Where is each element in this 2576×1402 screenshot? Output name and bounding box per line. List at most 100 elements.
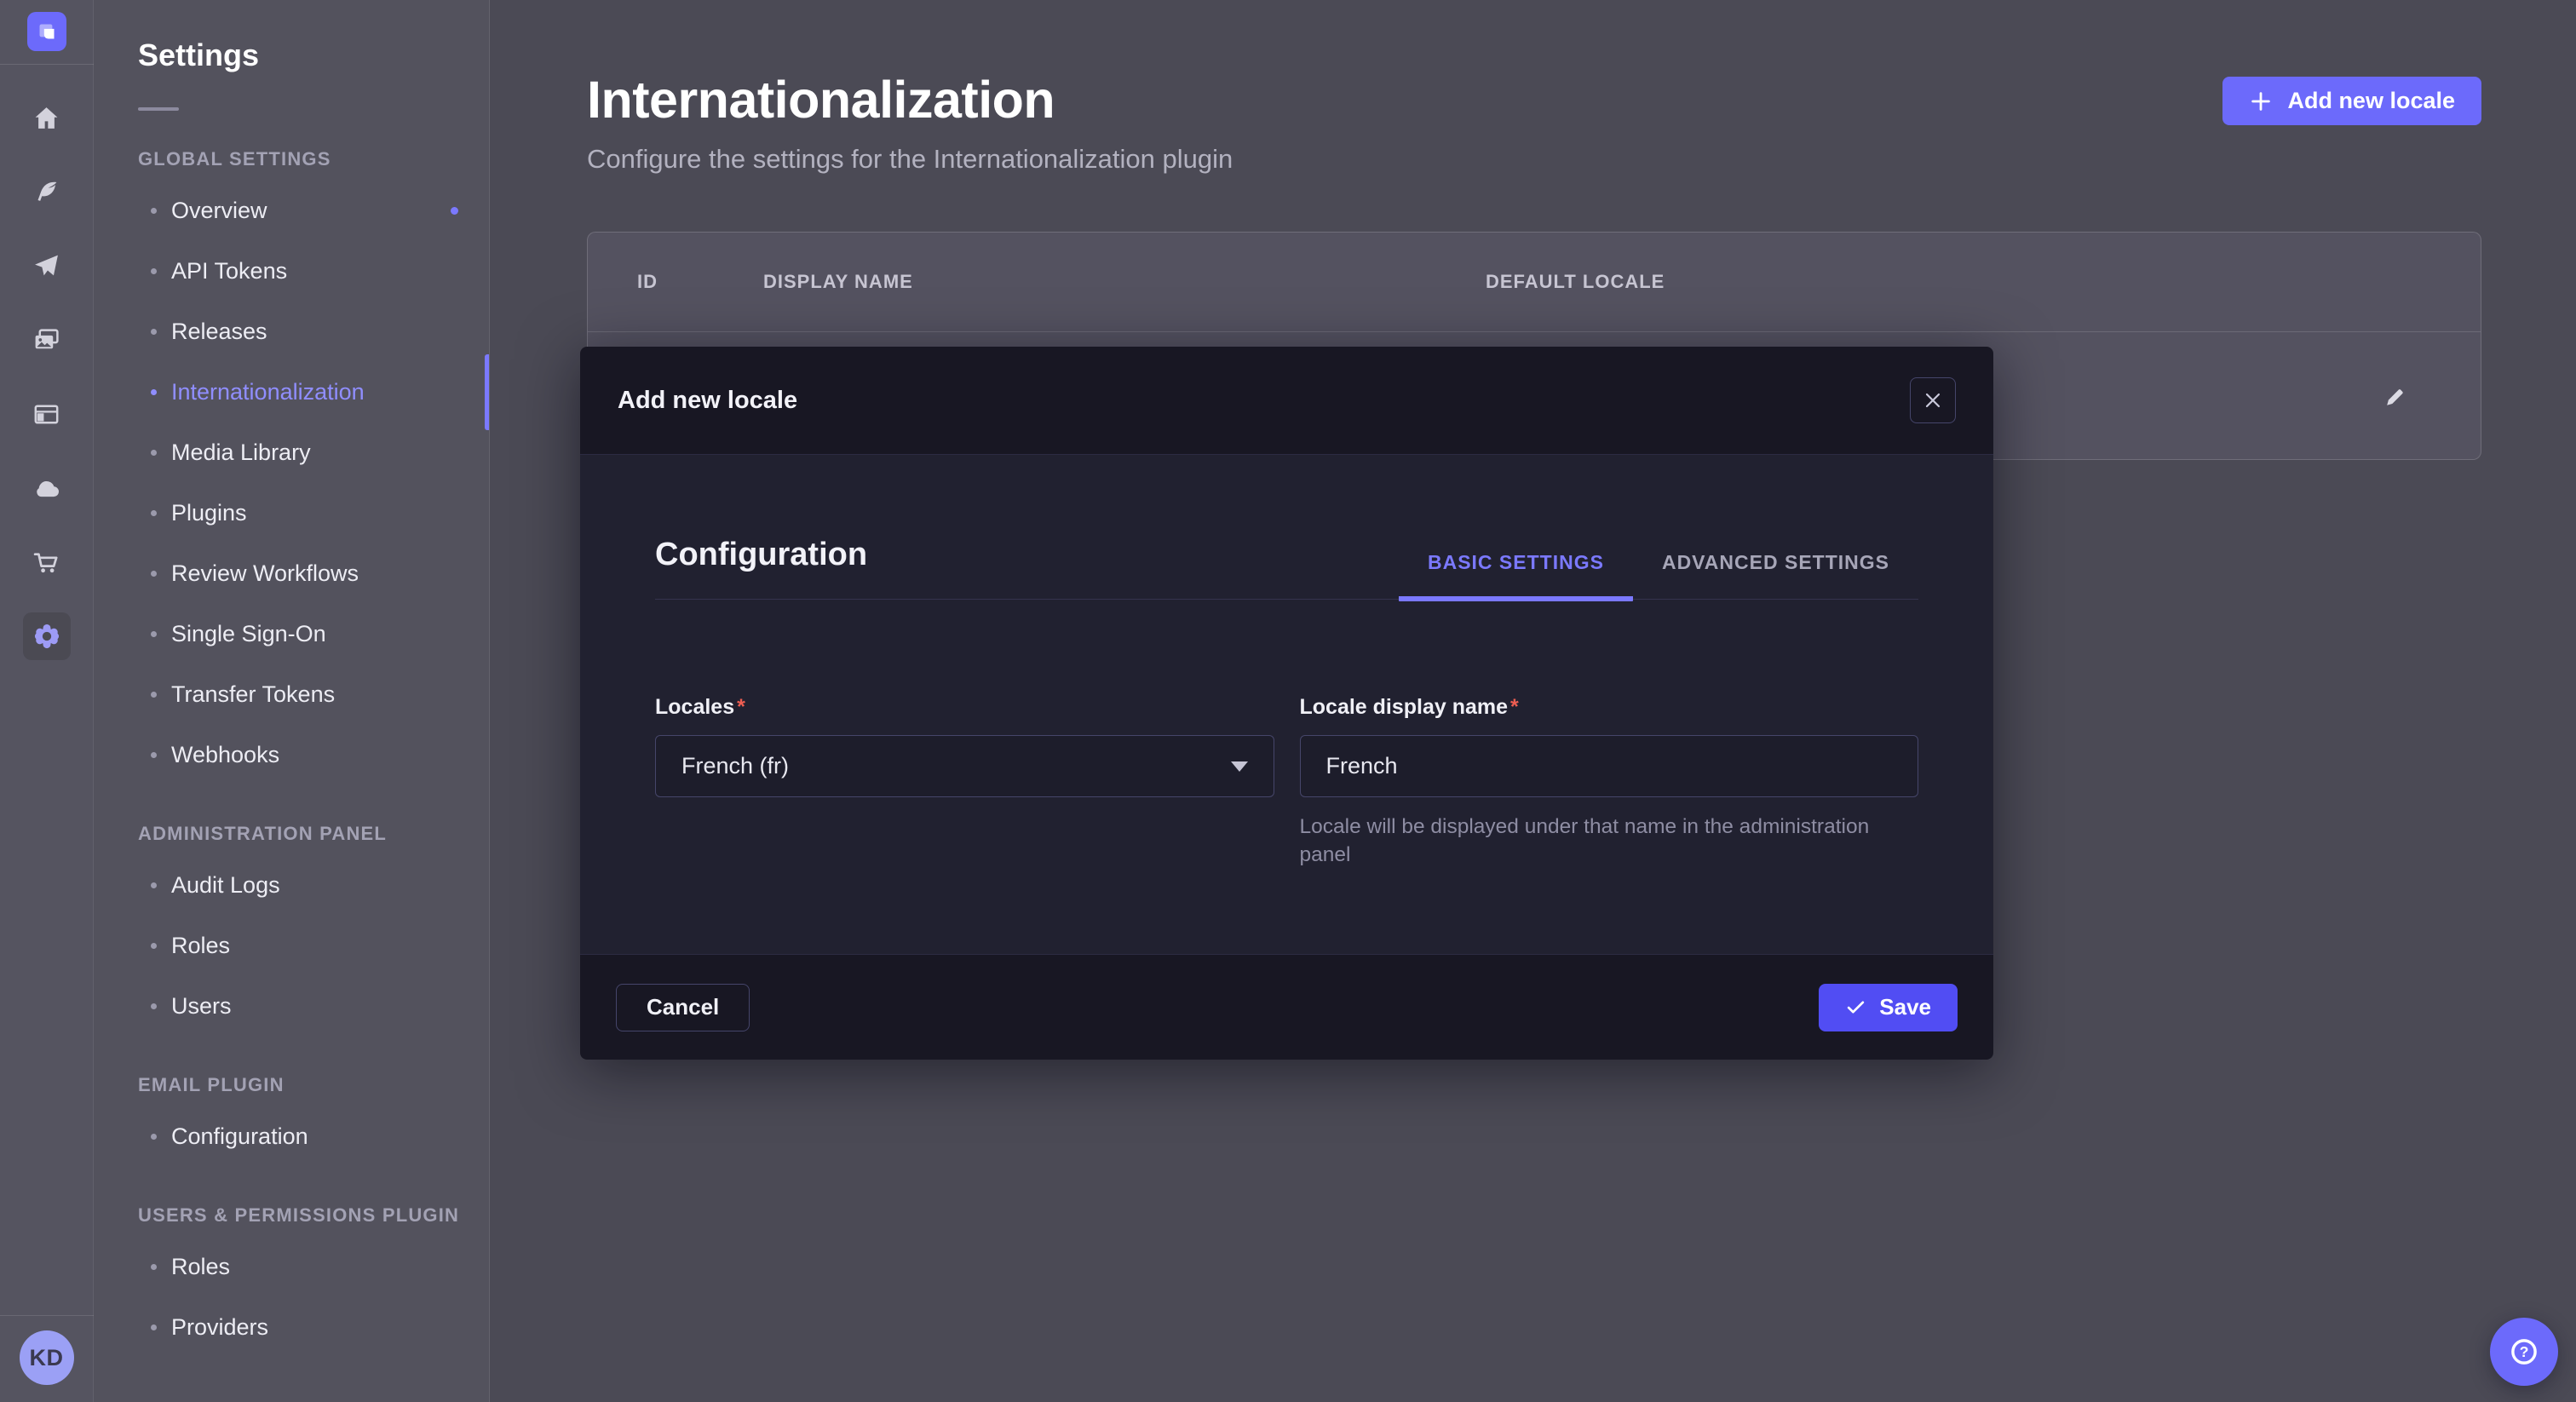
- edit-pencil-icon[interactable]: [2372, 372, 2419, 420]
- form-fields: Locales* French (fr) Locale display name…: [655, 695, 1918, 869]
- cloud-icon[interactable]: [23, 464, 71, 512]
- bullet-icon: [151, 571, 157, 577]
- page-subtitle: Configure the settings for the Internati…: [587, 144, 1233, 175]
- section-email-plugin: EMAIL PLUGIN Configuration: [94, 1074, 489, 1167]
- configuration-header-row: Configuration BASIC SETTINGS ADVANCED SE…: [655, 455, 1918, 600]
- svg-text:?: ?: [2520, 1343, 2529, 1360]
- tab-advanced-settings[interactable]: ADVANCED SETTINGS: [1633, 551, 1918, 601]
- sidebar-item-releases[interactable]: Releases: [94, 302, 489, 362]
- shopping-cart-icon[interactable]: [23, 538, 71, 586]
- sidebar-item-media-library[interactable]: Media Library: [94, 422, 489, 483]
- bullet-icon: [151, 692, 157, 698]
- configuration-title: Configuration: [655, 537, 867, 599]
- bullet-icon: [151, 1324, 157, 1330]
- table-header-row: ID DISPLAY NAME DEFAULT LOCALE: [588, 233, 2481, 332]
- add-new-locale-button[interactable]: Add new locale: [2222, 77, 2481, 125]
- section-header: USERS & PERMISSIONS PLUGIN: [138, 1204, 489, 1227]
- required-asterisk: *: [1510, 695, 1519, 719]
- sidebar-title: Settings: [138, 37, 489, 73]
- bullet-icon: [151, 450, 157, 456]
- bullet-icon: [151, 631, 157, 637]
- icon-rail: KD: [0, 0, 94, 1402]
- save-button[interactable]: Save: [1819, 984, 1958, 1031]
- sidebar-item-plugins[interactable]: Plugins: [94, 483, 489, 543]
- layout-icon[interactable]: [23, 390, 71, 438]
- locales-label: Locales: [655, 695, 734, 719]
- sidebar-item-internationalization[interactable]: Internationalization: [94, 362, 489, 422]
- page-header: Internationalization Configure the setti…: [587, 70, 2481, 175]
- required-asterisk: *: [737, 695, 745, 719]
- locales-select[interactable]: French (fr): [655, 735, 1274, 797]
- bullet-icon: [151, 1134, 157, 1140]
- close-icon[interactable]: [1910, 377, 1956, 423]
- paper-plane-icon[interactable]: [23, 242, 71, 290]
- section-header: ADMINISTRATION PANEL: [138, 823, 489, 845]
- bullet-icon: [151, 329, 157, 335]
- display-name-label: Locale display name: [1300, 695, 1509, 719]
- rail-bottom-divider: [0, 1315, 94, 1316]
- sidebar-item-review-workflows[interactable]: Review Workflows: [94, 543, 489, 604]
- feather-icon[interactable]: [23, 168, 71, 215]
- rail-icon-list: [23, 94, 71, 687]
- section-header: GLOBAL SETTINGS: [138, 148, 489, 170]
- page-header-text: Internationalization Configure the setti…: [587, 70, 1233, 175]
- help-button[interactable]: ?: [2490, 1318, 2558, 1386]
- sidebar-item-providers[interactable]: Providers: [94, 1297, 489, 1358]
- display-name-input[interactable]: [1300, 735, 1919, 797]
- section-global-settings: GLOBAL SETTINGS Overview API Tokens Rele…: [94, 148, 489, 785]
- bullet-icon: [151, 208, 157, 214]
- add-locale-modal: Add new locale Configuration BASIC SETTI…: [580, 347, 1993, 1060]
- question-mark-icon: ?: [2506, 1334, 2542, 1370]
- bullet-icon: [151, 1264, 157, 1270]
- check-icon: [1845, 997, 1866, 1018]
- modal-header: Add new locale: [580, 347, 1993, 455]
- bullet-icon: [151, 943, 157, 949]
- bullet-icon: [151, 268, 157, 274]
- section-users-permissions-plugin: USERS & PERMISSIONS PLUGIN Roles Provide…: [94, 1204, 489, 1358]
- sidebar-item-webhooks[interactable]: Webhooks: [94, 725, 489, 785]
- section-administration-panel: ADMINISTRATION PANEL Audit Logs Roles Us…: [94, 823, 489, 1037]
- bullet-icon: [151, 510, 157, 516]
- locales-field: Locales* French (fr): [655, 695, 1274, 869]
- cancel-button[interactable]: Cancel: [616, 984, 750, 1031]
- modal-title: Add new locale: [618, 387, 797, 415]
- settings-sidebar: Settings GLOBAL SETTINGS Overview API To…: [94, 0, 490, 1402]
- bullet-icon: [151, 752, 157, 758]
- locales-select-value: French (fr): [681, 753, 789, 779]
- section-header: EMAIL PLUGIN: [138, 1074, 489, 1096]
- tab-basic-settings[interactable]: BASIC SETTINGS: [1399, 551, 1633, 601]
- sidebar-item-users[interactable]: Users: [94, 976, 489, 1037]
- display-name-field: Locale display name* Locale will be disp…: [1300, 695, 1919, 869]
- settings-gear-icon[interactable]: [23, 612, 71, 660]
- chevron-down-icon: [1231, 761, 1248, 772]
- bullet-icon: [151, 882, 157, 888]
- sidebar-item-audit-logs[interactable]: Audit Logs: [94, 855, 489, 916]
- user-avatar[interactable]: KD: [20, 1330, 74, 1385]
- sidebar-item-api-tokens[interactable]: API Tokens: [94, 241, 489, 302]
- notification-dot: [451, 207, 458, 215]
- bullet-icon: [151, 1003, 157, 1009]
- sidebar-item-overview[interactable]: Overview: [94, 181, 489, 241]
- sidebar-item-single-sign-on[interactable]: Single Sign-On: [94, 604, 489, 664]
- sidebar-accent-line: [138, 107, 179, 111]
- media-pictures-icon[interactable]: [23, 316, 71, 364]
- rail-divider: [0, 64, 94, 65]
- modal-footer: Cancel Save: [580, 954, 1993, 1060]
- strapi-logo[interactable]: [27, 12, 66, 51]
- modal-body: Configuration BASIC SETTINGS ADVANCED SE…: [580, 455, 1993, 954]
- app-window: KD Settings GLOBAL SETTINGS Overview API…: [0, 0, 2576, 1402]
- column-header-default-locale: DEFAULT LOCALE: [1486, 271, 2312, 293]
- home-icon[interactable]: [23, 94, 71, 141]
- sidebar-item-email-configuration[interactable]: Configuration: [94, 1106, 489, 1167]
- settings-tabs: BASIC SETTINGS ADVANCED SETTINGS: [1399, 551, 1918, 599]
- column-header-id: ID: [637, 271, 763, 293]
- sidebar-item-admin-roles[interactable]: Roles: [94, 916, 489, 976]
- sidebar-item-transfer-tokens[interactable]: Transfer Tokens: [94, 664, 489, 725]
- bullet-icon: [151, 389, 157, 395]
- display-name-hint: Locale will be displayed under that name…: [1300, 813, 1913, 869]
- sidebar-item-up-roles[interactable]: Roles: [94, 1237, 489, 1297]
- strapi-logo-icon: [32, 17, 61, 46]
- page-title: Internationalization: [587, 70, 1233, 129]
- column-header-display-name: DISPLAY NAME: [763, 271, 1486, 293]
- plus-icon: [2249, 89, 2273, 113]
